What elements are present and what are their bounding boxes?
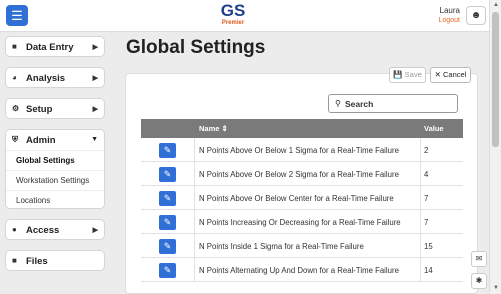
shield-icon: ⛨ [12, 135, 18, 144]
top-bar: ☰ GS Premier Laura Logout ☻ [0, 0, 489, 32]
table-row: ✎ N Points Above Or Below 1 Sigma for a … [141, 138, 463, 162]
sidebar-item-setup[interactable]: ⚙ Setup ▶ [5, 98, 105, 119]
edit-button[interactable]: ✎ [159, 167, 176, 182]
edit-button[interactable]: ✎ [159, 239, 176, 254]
chevron-right-icon: ▶ [92, 44, 98, 51]
setting-value: 7 [424, 218, 429, 227]
scroll-up-arrow-icon[interactable]: ▲ [493, 2, 499, 8]
sidebar-subitem-global-settings[interactable]: Global Settings [6, 150, 104, 170]
edit-icon: ✎ [163, 241, 172, 251]
save-button[interactable]: 💾 Save [389, 67, 426, 83]
setting-name: N Points Inside 1 Sigma for a Real-Time … [199, 242, 364, 251]
edit-icon: ✎ [163, 217, 172, 227]
scroll-thumb[interactable] [492, 12, 499, 147]
setting-name: N Points Above Or Below Center for a Rea… [199, 194, 394, 203]
user-gear-icon: ☻ [470, 10, 482, 21]
chevron-right-icon: ▶ [92, 75, 98, 82]
search-box[interactable]: ⚲ [328, 94, 458, 113]
table-row: ✎ N Points Above Or Below Center for a R… [141, 186, 463, 210]
save-icon: 💾 [393, 70, 403, 79]
setting-name: N Points Above Or Below 2 Sigma for a Re… [199, 170, 399, 179]
sidebar-item-label: Admin [26, 135, 56, 146]
edit-icon: ✎ [163, 145, 172, 155]
search-input[interactable] [345, 97, 453, 110]
sidebar: ■ Data Entry ▶ ◕ Analysis ▶ ⚙ Setup ▶ ⛨ … [5, 36, 105, 281]
gear-icon: ⚙ [12, 104, 20, 113]
table-row: ✎ N Points Above Or Below 2 Sigma for a … [141, 162, 463, 186]
setting-value: 4 [424, 170, 429, 179]
setting-value: 2 [424, 146, 429, 155]
search-icon: ⚲ [335, 99, 341, 108]
chat-icon: ✉ [475, 254, 483, 263]
edit-icon: ✎ [163, 193, 172, 203]
setting-name: N Points Alternating Up And Down for a R… [199, 266, 399, 275]
settings-panel: 💾 Save ✕ Cancel ⚲ Name ⇕ Value ✎ N Point… [125, 67, 478, 294]
column-header-name-label: Name [199, 124, 220, 133]
table-header: Name ⇕ Value [141, 119, 463, 138]
table-row: ✎ N Points Increasing Or Decreasing for … [141, 210, 463, 234]
pie-chart-icon: ◕ [12, 73, 17, 82]
sort-icon: ⇕ [221, 124, 228, 133]
settings-table: Name ⇕ Value ✎ N Points Above Or Below 1… [141, 119, 463, 282]
save-label: Save [404, 70, 422, 79]
sidebar-item-label: Setup [26, 104, 53, 115]
sidebar-item-label: Files [26, 256, 48, 267]
user-icon: ● [12, 225, 17, 234]
table-row: ✎ N Points Alternating Up And Down for a… [141, 258, 463, 282]
edit-button[interactable]: ✎ [159, 215, 176, 230]
sidebar-item-analysis[interactable]: ◕ Analysis ▶ [5, 67, 105, 88]
edit-icon: ✎ [163, 169, 172, 179]
logo-sub: Premier [221, 20, 245, 26]
setting-value: 15 [424, 242, 433, 251]
sidebar-item-access[interactable]: ● Access ▶ [5, 219, 105, 240]
cancel-label: Cancel [443, 70, 467, 79]
folder-icon: ■ [12, 256, 17, 265]
logo-main: GS [220, 1, 246, 20]
cancel-button[interactable]: ✕ Cancel [430, 67, 471, 83]
chevron-right-icon: ▶ [92, 106, 98, 113]
setting-name: N Points Above Or Below 1 Sigma for a Re… [199, 146, 399, 155]
edit-button[interactable]: ✎ [159, 263, 176, 278]
sidebar-subitem-workstation-settings[interactable]: Workstation Settings [6, 170, 104, 190]
hamburger-menu-button[interactable]: ☰ [6, 5, 28, 26]
bug-icon: ✱ [475, 276, 483, 285]
logo: GS Premier [218, 1, 248, 27]
sidebar-subitem-locations[interactable]: Locations [6, 190, 104, 210]
vertical-scrollbar[interactable]: ▲ ▼ [489, 0, 501, 294]
edit-button[interactable]: ✎ [159, 143, 176, 158]
sidebar-item-label: Analysis [26, 73, 66, 84]
sidebar-item-label: Data Entry [26, 42, 74, 53]
user-settings-button[interactable]: ☻ [466, 6, 486, 25]
column-header-value: Value [424, 124, 444, 133]
chat-button[interactable]: ✉ [471, 251, 487, 267]
setting-name: N Points Increasing Or Decreasing for a … [199, 218, 401, 227]
page-title: Global Settings [126, 37, 266, 58]
setting-value: 7 [424, 194, 429, 203]
sidebar-item-label: Access [26, 225, 60, 236]
edit-icon: ✎ [163, 265, 172, 275]
column-header-name[interactable]: Name ⇕ [199, 124, 228, 133]
table-row: ✎ N Points Inside 1 Sigma for a Real-Tim… [141, 234, 463, 258]
sidebar-item-files[interactable]: ■ Files [5, 250, 105, 271]
chevron-right-icon: ▶ [92, 227, 98, 234]
close-icon: ✕ [434, 70, 441, 79]
logout-link[interactable]: Logout [425, 17, 460, 24]
folder-icon: ■ [12, 42, 17, 51]
sidebar-group-admin: ⛨ Admin ▼ Global Settings Workstation Se… [5, 129, 105, 209]
scroll-down-arrow-icon[interactable]: ▼ [493, 285, 499, 291]
sidebar-item-admin[interactable]: ⛨ Admin ▼ [6, 130, 104, 150]
chevron-down-icon: ▼ [91, 136, 98, 143]
sidebar-item-data-entry[interactable]: ■ Data Entry ▶ [5, 36, 105, 57]
setting-value: 14 [424, 266, 433, 275]
bug-report-button[interactable]: ✱ [471, 273, 487, 289]
edit-button[interactable]: ✎ [159, 191, 176, 206]
user-name: Laura [439, 6, 460, 15]
